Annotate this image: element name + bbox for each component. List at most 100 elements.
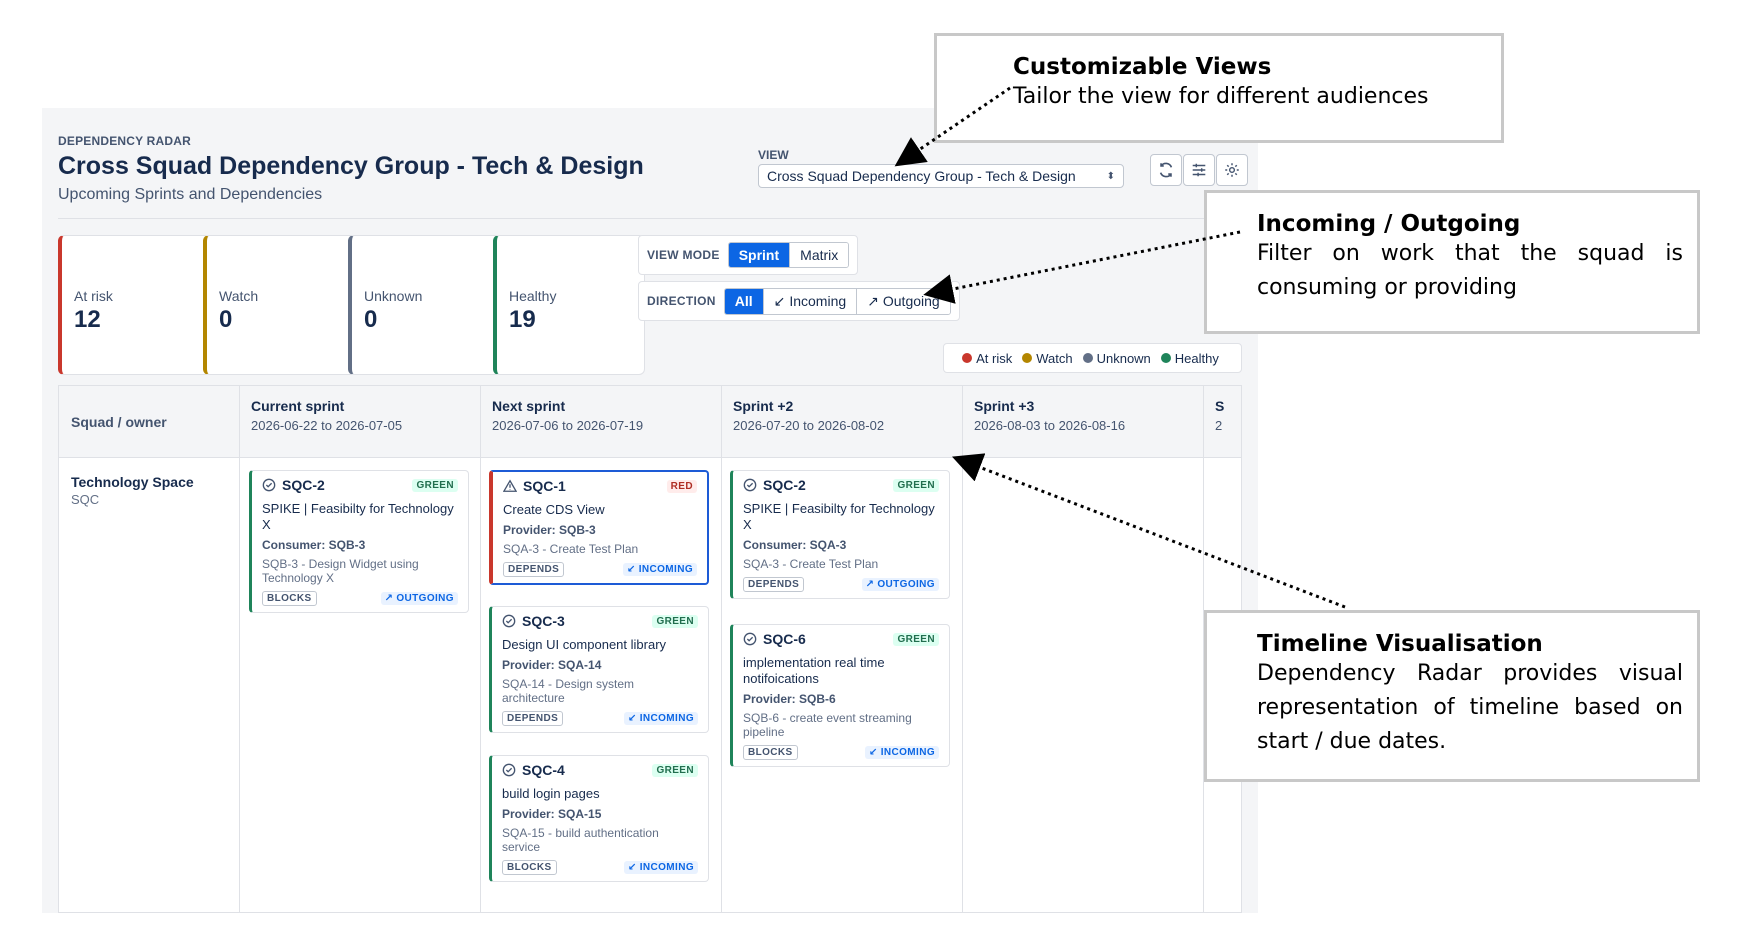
direction-text: INCOMING [639,713,694,724]
view-mode-control: VIEW MODE Sprint Matrix [638,235,859,275]
card-title: SPIKE | Feasibilty for Technology X [262,501,454,532]
card-footer: BLOCKS ↗ OUTGOING [262,591,458,606]
filter-sliders-icon [1192,163,1206,177]
stat-label: Healthy [509,288,557,304]
card-key: SQC-2 [743,477,806,493]
direction-tag: ↙ INCOMING [622,563,697,576]
dependency-card[interactable]: SQC-4 GREEN build login pages Provider: … [489,755,709,882]
app-kicker: DEPENDENCY RADAR [58,134,191,148]
column-divider [239,386,240,912]
card-header: SQC-2 GREEN [743,477,939,493]
arrow-up-right-icon: ↗ [867,292,879,309]
refresh-button[interactable] [1150,154,1182,186]
legend-label: Unknown [1096,350,1151,366]
sprint-dates: 2026-06-22 to 2026-07-05 [251,418,403,433]
direction-tag: ↗ OUTGOING [380,592,458,605]
card-footer: BLOCKS ↙ INCOMING [743,745,939,760]
view-select-value: Cross Squad Dependency Group - Tech & De… [767,168,1076,184]
settings-gear-icon [1225,163,1239,177]
card-footer: BLOCKS ↙ INCOMING [502,860,698,875]
dependency-type-tag: DEPENDS [743,577,805,592]
dot-icon [1022,353,1033,363]
direction-outgoing[interactable]: ↗ Outgoing [857,288,950,314]
direction-text: OUTGOING [877,579,935,590]
view-mode-sprint[interactable]: Sprint [728,243,791,267]
stat-value: 0 [219,306,233,333]
card-key: SQC-6 [743,631,806,647]
stat-label: Unknown [364,288,423,304]
card-key: SQC-1 [503,478,566,494]
callout-heading: Customizable Views [1013,54,1272,80]
callout-body: Tailor the view for different audiences [1013,84,1429,109]
filter-button[interactable] [1183,154,1215,186]
stat-healthy: Healthy 19 [493,235,645,375]
dependency-card[interactable]: SQC-6 GREEN implementation real time not… [730,624,950,767]
check-circle-icon [502,763,516,777]
stat-label: Watch [219,288,259,304]
card-header: SQC-2 GREEN [262,477,458,493]
direction-tag: ↙ INCOMING [623,861,698,874]
card-header: SQC-3 GREEN [502,613,698,629]
card-key-text: SQC-2 [282,477,325,493]
dependency-card[interactable]: SQC-3 GREEN Design UI component library … [489,606,709,733]
legend-healthy: Healthy [1160,350,1219,366]
card-key-text: SQC-1 [523,478,566,494]
direction-tag: ↗ OUTGOING [861,578,939,591]
card-header: SQC-4 GREEN [502,762,698,778]
dependency-card[interactable]: SQC-2 GREEN SPIKE | Feasibilty for Techn… [730,470,950,599]
view-mode-segment: Sprint Matrix [727,242,850,268]
refresh-icon [1159,162,1173,178]
status-badge: GREEN [652,763,698,777]
card-title: implementation real time notifoications [743,655,885,686]
view-select[interactable]: Cross Squad Dependency Group - Tech & De… [758,164,1124,188]
sprint-dates: 2026-08-03 to 2026-08-16 [974,418,1126,433]
squad-owner-header: Squad / owner [71,414,167,430]
card-title: Create CDS View [503,502,605,517]
arrow-down-left-icon: ↙ [868,747,878,758]
direction-text: INCOMING [638,564,693,575]
legend-label: Healthy [1174,350,1219,366]
legend-label: At risk [976,350,1013,366]
card-title: Design UI component library [502,637,667,652]
direction-incoming[interactable]: ↙ Incoming [763,288,858,314]
warning-triangle-icon [503,479,517,492]
stat-value: 19 [509,306,536,333]
card-relation: Consumer: SQB-3 [262,538,366,552]
column-divider [480,386,481,912]
select-chevron-icon: ⬍ [1106,170,1115,182]
card-key-text: SQC-2 [763,477,806,493]
squad-name: Technology Space [71,474,194,490]
arrow-down-left-icon: ↙ [626,564,636,575]
status-badge: GREEN [412,478,458,492]
sprint-name: Sprint +2 [733,398,794,414]
dot-icon [1082,353,1093,363]
direction-text: INCOMING [880,747,935,758]
card-key: SQC-3 [502,613,565,629]
check-circle-icon [262,478,276,492]
card-relation: Provider: SQA-15 [502,807,602,821]
card-key-text: SQC-6 [763,631,806,647]
status-badge: GREEN [893,478,939,492]
stat-unknown: Unknown 0 [348,235,500,375]
dot-icon [962,353,973,363]
card-footer: DEPENDS ↗ OUTGOING [743,577,939,592]
direction-all[interactable]: All [724,288,764,314]
sprint-dates: 2 [1215,418,1223,433]
stat-watch: Watch 0 [203,235,355,375]
arrow-down-left-icon: ↙ [627,862,637,873]
sprint-dates: 2026-07-20 to 2026-08-02 [733,418,885,433]
card-related-item: SQA-15 - build authentication service [502,826,659,854]
card-related-item: SQA-3 - Create Test Plan [743,557,879,571]
dependency-card[interactable]: SQC-2 GREEN SPIKE | Feasibilty for Techn… [249,470,469,613]
card-related-item: SQB-6 - create event streaming pipeline [743,711,912,739]
sprint-column-header: S2 [1203,386,1236,458]
dependency-card[interactable]: SQC-1 RED Create CDS View Provider: SQB-… [489,470,709,585]
page-title: Cross Squad Dependency Group - Tech & De… [58,152,644,180]
card-related-item: SQB-3 - Design Widget using Technology X [262,557,419,585]
direction-all-label: All [734,293,753,309]
view-mode-matrix[interactable]: Matrix [790,243,849,267]
sprint-name: Current sprint [251,398,345,414]
sprint-column-header: Current sprint 2026-06-22 to 2026-07-05 [239,386,414,458]
settings-button[interactable] [1216,154,1248,186]
arrow-down-left-icon: ↙ [627,713,637,724]
